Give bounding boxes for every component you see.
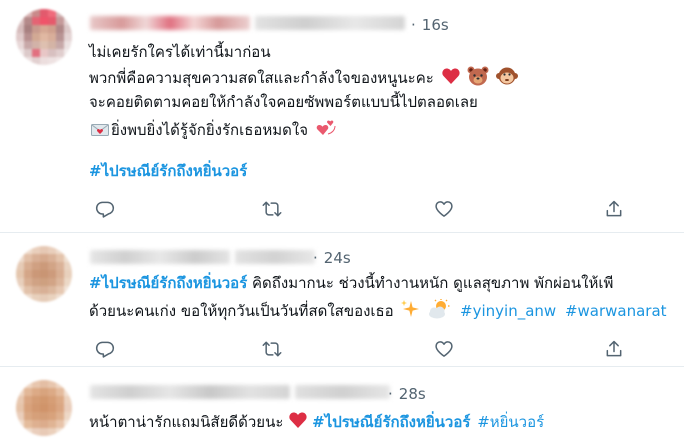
timestamp-separator: · — [411, 16, 416, 34]
tweet-text-line: จะคอยติดตามคอยให้กำลังใจคอยซัพพอร์ตแบบนี… — [89, 93, 478, 111]
retweet-button[interactable] — [260, 197, 284, 221]
avatar[interactable] — [16, 246, 72, 302]
avatar-mosaic — [16, 246, 72, 302]
red-heart-icon — [441, 66, 461, 91]
tweet-timestamp[interactable]: · 28s — [388, 385, 426, 403]
reply-button[interactable] — [93, 337, 117, 361]
tweet-text-line: ไม่เคยรักใครได้เท่านี้มาก่อน — [89, 43, 271, 61]
retweet-button[interactable] — [260, 337, 284, 361]
hashtag-link[interactable]: #yinyin_anw — [460, 302, 556, 320]
hashtag-link[interactable]: #ไปรษณีย์รักถึงหยิ่นวอร์ — [89, 274, 247, 292]
hashtag-link[interactable]: #ไปรษณีย์รักถึงหยิ่นวอร์ — [312, 413, 470, 431]
tweet-text-line: ด้วยนะคนเก่ง ขอให้ทุกวันเป็นวันที่สดใสขอ… — [89, 299, 667, 324]
tweet[interactable]: · 16s ไม่เคยรักใครได้เท่านี้มาก่อน พวกพี่… — [0, 0, 684, 233]
author-name-redacted[interactable] — [90, 250, 230, 264]
monkey-face-icon — [496, 66, 519, 91]
heart-icon — [435, 341, 453, 357]
tweet[interactable]: · 24s #ไปรษณีย์รักถึงหยิ่นวอร์ คิดถึงมากน… — [0, 233, 684, 367]
retweet-icon — [262, 341, 282, 357]
red-heart-icon — [288, 410, 308, 435]
tweet-text-line: พวกพี่คือความสุขความสดใสและกำลังใจของหนู… — [89, 66, 519, 91]
like-button[interactable] — [432, 337, 456, 361]
share-icon — [606, 340, 622, 357]
tweet-timestamp[interactable]: · 24s — [313, 249, 351, 267]
tweet-text-line: ยิ่งพบยิ่งได้รู้จักยิ่งรักเธอหมดใจ — [91, 118, 337, 143]
avatar[interactable] — [16, 380, 72, 436]
share-button[interactable] — [602, 197, 626, 221]
timestamp-separator: · — [313, 249, 318, 267]
author-handle-redacted[interactable] — [255, 16, 405, 30]
author-name-redacted[interactable] — [90, 385, 290, 399]
tweet-timestamp[interactable]: · 16s — [411, 16, 449, 34]
like-button[interactable] — [432, 197, 456, 221]
timestamp-separator: · — [388, 385, 393, 403]
tweet[interactable]: · 28s หน้าตาน่ารักแถมนิสัยดีด้วยนะ #ไปรษณ… — [0, 367, 684, 446]
sun-behind-cloud-icon — [427, 299, 451, 324]
author-name-redacted[interactable] — [90, 16, 250, 30]
reply-icon — [95, 341, 115, 358]
share-button[interactable] — [602, 337, 626, 361]
share-icon — [606, 200, 622, 217]
heart-icon — [435, 201, 453, 217]
tweet-text-line: #ไปรษณีย์รักถึงหยิ่นวอร์ คิดถึงมากนะ ช่ว… — [89, 274, 614, 292]
tweet-text-line: หน้าตาน่ารักแถมนิสัยดีด้วยนะ #ไปรษณีย์รั… — [89, 410, 544, 435]
love-letter-icon — [91, 122, 109, 143]
reply-button[interactable] — [93, 197, 117, 221]
author-handle-redacted[interactable] — [295, 385, 390, 399]
reply-icon — [95, 201, 115, 218]
avatar-mosaic — [16, 9, 72, 65]
timeline: · 16s ไม่เคยรักใครได้เท่านี้มาก่อน พวกพี่… — [0, 0, 684, 446]
avatar-mosaic — [16, 380, 72, 436]
bear-face-icon — [467, 66, 489, 91]
sparkles-icon — [400, 299, 420, 324]
revolving-hearts-icon — [315, 118, 337, 143]
hashtag-link[interactable]: #หยิ่นวอร์ — [477, 413, 544, 431]
retweet-icon — [262, 201, 282, 217]
avatar[interactable] — [16, 9, 72, 65]
hashtag-link[interactable]: #ไปรษณีย์รักถึงหยิ่นวอร์ — [89, 161, 247, 181]
hashtag-link[interactable]: #warwanarat — [565, 302, 667, 320]
author-handle-redacted[interactable] — [235, 250, 315, 264]
